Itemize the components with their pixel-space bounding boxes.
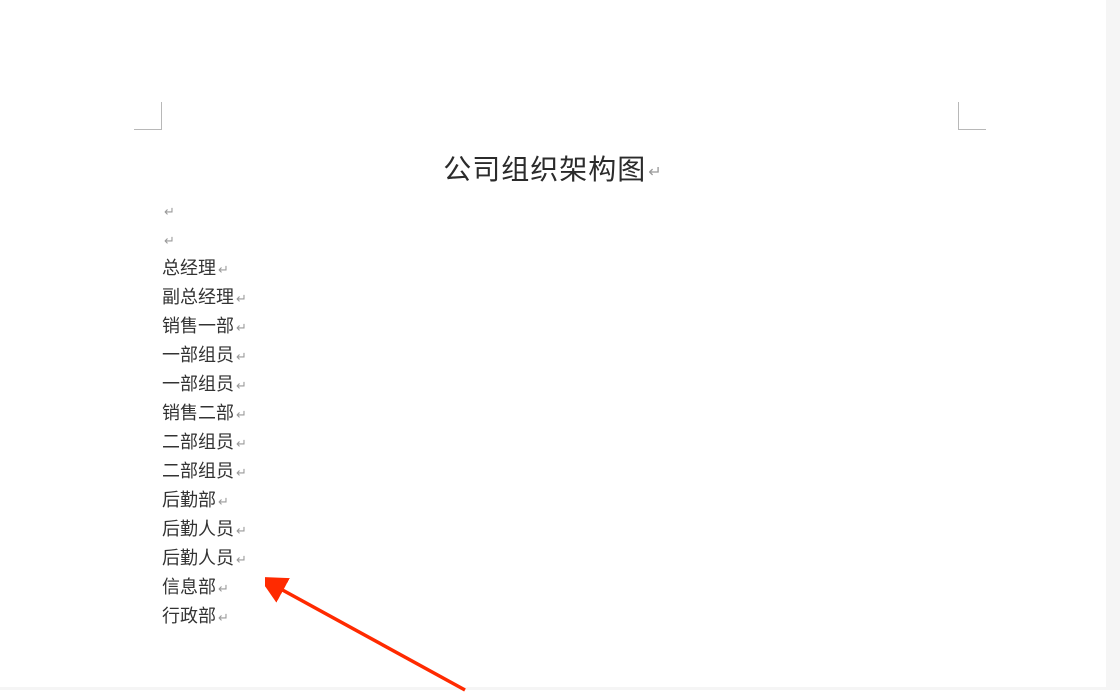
body-line[interactable]: 后勤人员↵ <box>162 544 247 573</box>
document-title[interactable]: 公司组织架构图↵ <box>0 148 1106 188</box>
margin-corner-top-right <box>958 102 986 130</box>
body-line-text: 二部组员 <box>162 461 234 481</box>
annotation-arrow-icon <box>265 572 485 692</box>
paragraph-mark-icon: ↵ <box>236 523 247 538</box>
body-line-text: 一部组员 <box>162 374 234 394</box>
body-line[interactable]: 销售二部↵ <box>162 399 247 428</box>
paragraph-mark-icon: ↵ <box>218 262 229 277</box>
paragraph-mark-icon: ↵ <box>218 610 229 625</box>
paragraph-mark-icon: ↵ <box>648 164 662 181</box>
paragraph-mark-icon: ↵ <box>218 494 229 509</box>
body-line[interactable]: 信息部↵ <box>162 573 247 602</box>
paragraph-mark-icon: ↵ <box>218 581 229 596</box>
body-line-text: 销售一部 <box>162 316 234 336</box>
body-line[interactable]: 行政部↵ <box>162 602 247 631</box>
body-line[interactable]: 一部组员↵ <box>162 341 247 370</box>
body-line[interactable]: 总经理↵ <box>162 254 247 283</box>
paragraph-mark-icon: ↵ <box>164 204 175 219</box>
body-line-text: 后勤部 <box>162 490 216 510</box>
body-line-text: 一部组员 <box>162 345 234 365</box>
paragraph-mark-icon: ↵ <box>236 407 247 422</box>
paragraph-mark-icon: ↵ <box>236 378 247 393</box>
paragraph-mark-icon: ↵ <box>236 320 247 335</box>
body-line[interactable]: 二部组员↵ <box>162 428 247 457</box>
body-line[interactable]: 后勤部↵ <box>162 486 247 515</box>
body-line[interactable]: 后勤人员↵ <box>162 515 247 544</box>
margin-corner-top-left <box>134 102 162 130</box>
body-line[interactable]: 一部组员↵ <box>162 370 247 399</box>
body-line-text: 后勤人员 <box>162 548 234 568</box>
body-line-text: 二部组员 <box>162 432 234 452</box>
paragraph-mark-icon: ↵ <box>236 552 247 567</box>
body-line-text: 行政部 <box>162 606 216 626</box>
paragraph-mark-icon: ↵ <box>236 465 247 480</box>
body-line-text: 总经理 <box>162 258 216 278</box>
body-line-text: 后勤人员 <box>162 519 234 539</box>
document-body[interactable]: ↵↵总经理↵副总经理↵销售一部↵一部组员↵一部组员↵销售二部↵二部组员↵二部组员… <box>162 196 247 631</box>
body-line-text: 副总经理 <box>162 287 234 307</box>
empty-paragraph[interactable]: ↵ <box>162 196 247 225</box>
paragraph-mark-icon: ↵ <box>236 436 247 451</box>
paragraph-mark-icon: ↵ <box>236 291 247 306</box>
body-line[interactable]: 销售一部↵ <box>162 312 247 341</box>
body-line[interactable]: 副总经理↵ <box>162 283 247 312</box>
paragraph-mark-icon: ↵ <box>164 233 175 248</box>
body-line[interactable]: 二部组员↵ <box>162 457 247 486</box>
body-line-text: 信息部 <box>162 577 216 597</box>
page-gutter-right <box>1106 0 1120 690</box>
document-title-text: 公司组织架构图 <box>443 154 646 185</box>
body-line-text: 销售二部 <box>162 403 234 423</box>
paragraph-mark-icon: ↵ <box>236 349 247 364</box>
empty-paragraph[interactable]: ↵ <box>162 225 247 254</box>
